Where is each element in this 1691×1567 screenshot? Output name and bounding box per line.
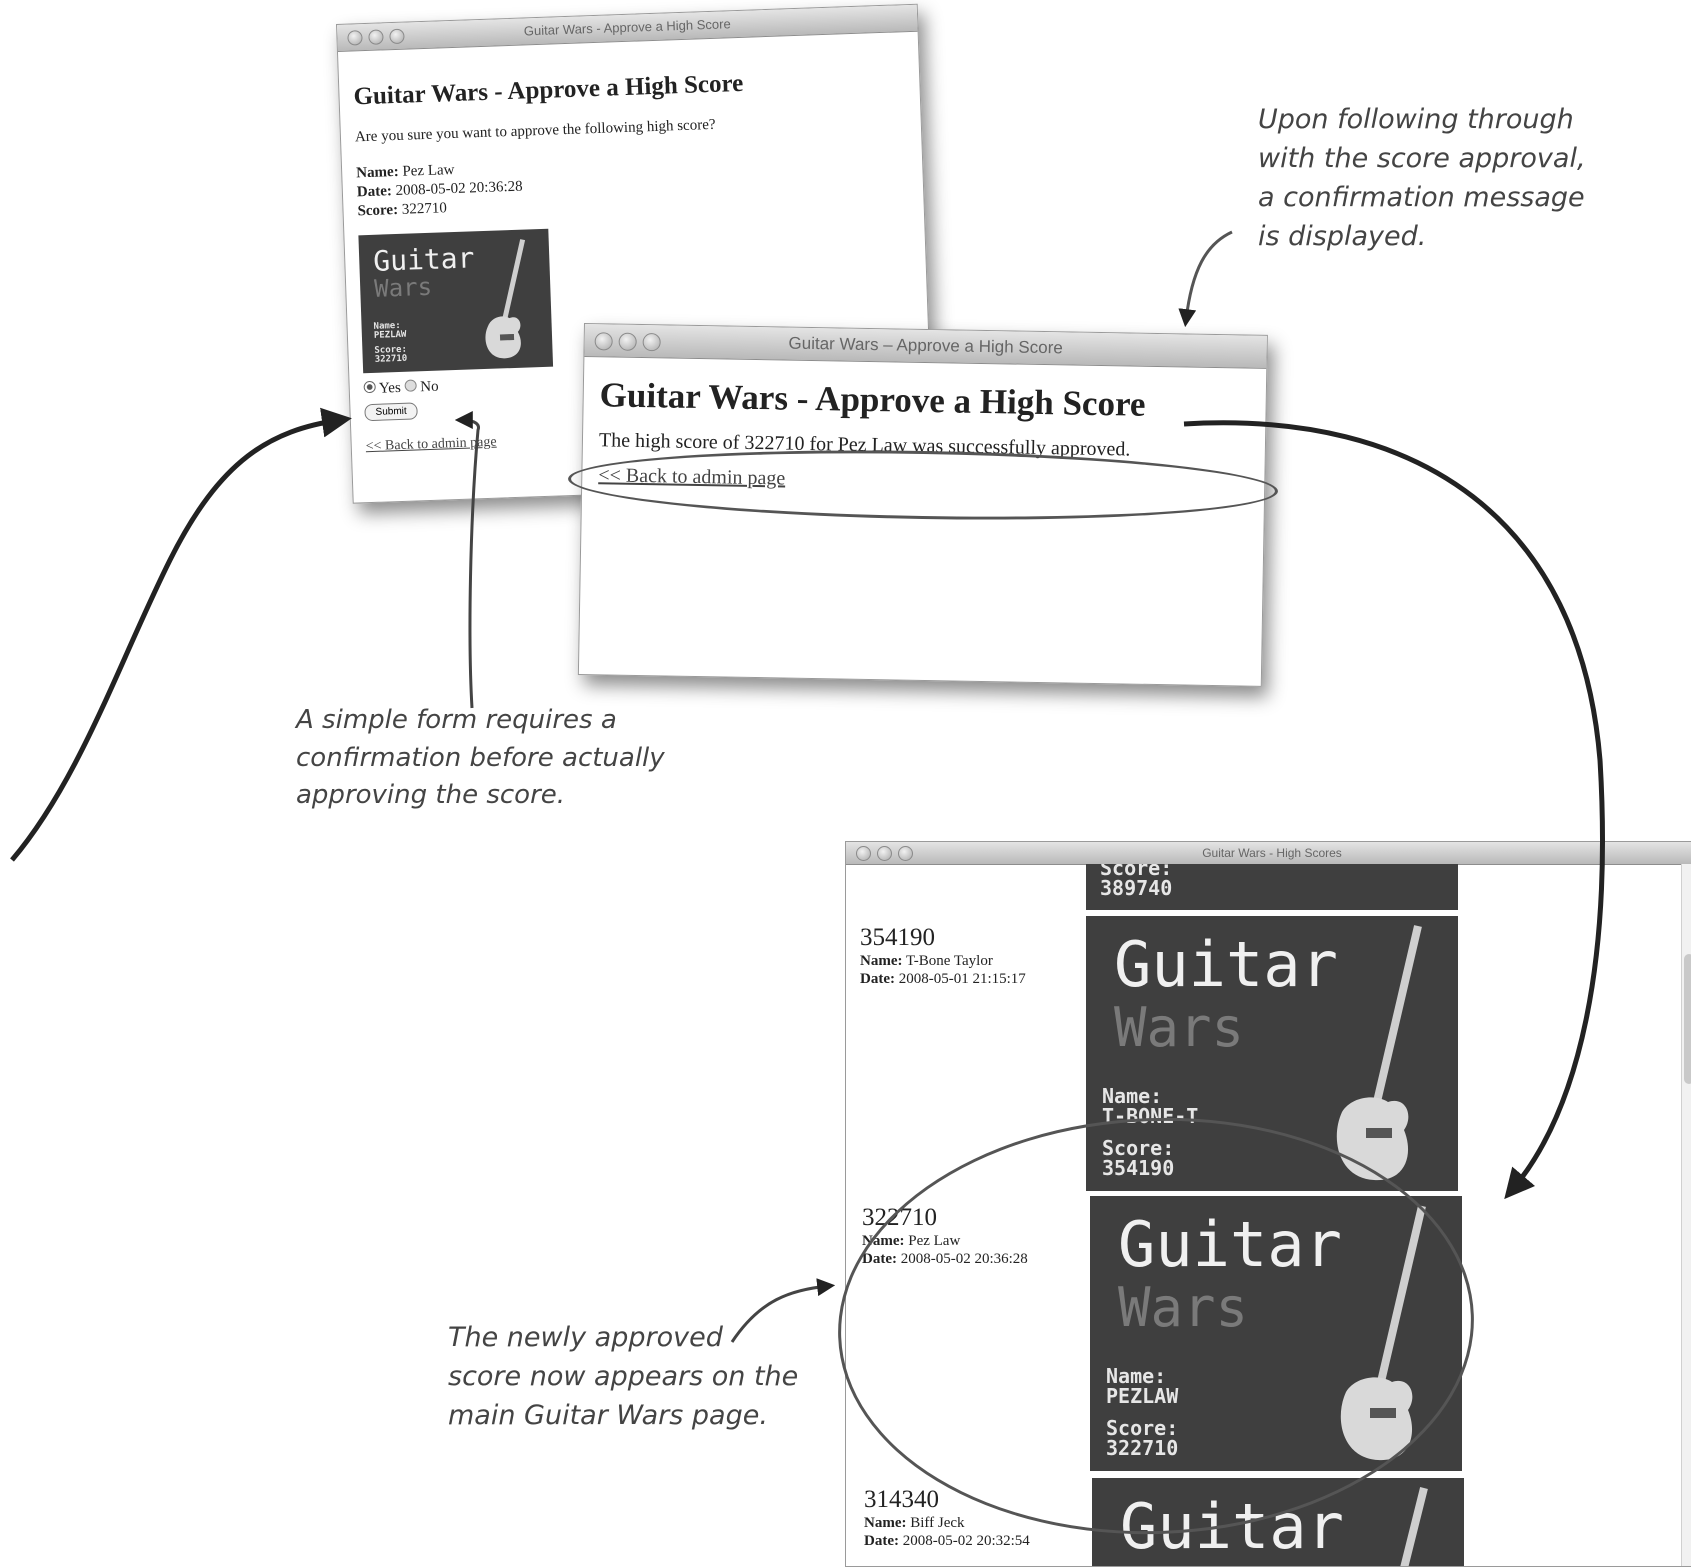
score-number: 354190 bbox=[860, 924, 935, 951]
score-value: 322710 bbox=[401, 200, 448, 218]
zoom-icon[interactable] bbox=[898, 846, 913, 861]
zoom-icon[interactable] bbox=[642, 333, 661, 352]
score-label: Score: bbox=[357, 201, 399, 220]
name-label: Name: bbox=[355, 163, 399, 182]
radio-icon[interactable] bbox=[363, 380, 376, 394]
close-icon[interactable] bbox=[347, 30, 363, 46]
confirm-prompt: Are you sure you want to approve the fol… bbox=[354, 116, 716, 146]
close-icon[interactable] bbox=[594, 332, 613, 351]
guitar-icon bbox=[485, 239, 526, 359]
close-icon[interactable] bbox=[856, 846, 871, 861]
minimize-icon[interactable] bbox=[618, 332, 637, 351]
name-value: Pez Law bbox=[402, 161, 455, 180]
zoom-icon[interactable] bbox=[389, 28, 405, 45]
annotation-lower-left: The newly approved score now appears on … bbox=[448, 1322, 799, 1432]
radio-no-label: No bbox=[419, 378, 439, 396]
date-label: Date: bbox=[356, 183, 393, 201]
scrollbar-thumb[interactable] bbox=[1684, 954, 1691, 1084]
page-title: Guitar Wars - Approve a High Score bbox=[353, 69, 744, 111]
annotation-middle-left: A simple form requires a confirmation be… bbox=[296, 705, 665, 811]
window-title: Guitar Wars - Approve a High Score bbox=[523, 16, 731, 39]
image-subtitle: Wars bbox=[1114, 996, 1245, 1059]
date-value: 2008-05-02 20:36:28 bbox=[395, 178, 523, 200]
image-subtitle: Wars bbox=[373, 272, 433, 303]
radio-yes-label: Yes bbox=[378, 379, 402, 397]
list-item: 354190 Name: T-Bone Taylor Date: 2008-05… bbox=[860, 924, 1080, 988]
score-screenshot-image: Guitar Wars Name: PEZLAW Score: 322710 bbox=[358, 228, 554, 374]
name-value: T-Bone Taylor bbox=[905, 953, 993, 969]
annotation-upper-right: Upon following through with the score ap… bbox=[1258, 104, 1586, 253]
page-title: Guitar Wars - Approve a High Score bbox=[599, 375, 1146, 424]
image-title: Guitar bbox=[1114, 928, 1338, 1001]
traffic-lights-icon[interactable] bbox=[347, 28, 405, 46]
name-label: Name: bbox=[864, 1515, 907, 1531]
traffic-lights-icon[interactable] bbox=[856, 846, 913, 861]
success-window-titlebar[interactable]: Guitar Wars – Approve a High Score bbox=[584, 324, 1267, 369]
radio-yes[interactable]: Yes bbox=[363, 380, 404, 397]
image-score-text: Score: 322710 bbox=[374, 344, 408, 365]
guitar-icon bbox=[1400, 1487, 1428, 1566]
date-label: Date: bbox=[860, 971, 895, 987]
submit-button[interactable]: Submit bbox=[364, 402, 418, 422]
date-value: 2008-05-02 20:32:54 bbox=[902, 1533, 1030, 1549]
guitar-icon bbox=[1336, 925, 1422, 1181]
traffic-lights-icon[interactable] bbox=[594, 332, 661, 352]
radio-icon[interactable] bbox=[404, 379, 417, 392]
radio-no[interactable]: No bbox=[404, 379, 439, 396]
scores-window-titlebar[interactable]: Guitar Wars - High Scores bbox=[846, 842, 1691, 865]
date-label: Date: bbox=[864, 1533, 899, 1549]
score-image: Score: 389740 bbox=[1086, 864, 1458, 910]
back-to-admin-link[interactable]: << Back to admin page bbox=[366, 435, 497, 455]
image-name-text: Name: PEZLAW bbox=[373, 320, 407, 341]
name-label: Name: bbox=[860, 953, 903, 969]
image-score-text: Score: 389740 bbox=[1100, 864, 1173, 900]
minimize-icon[interactable] bbox=[877, 846, 892, 861]
minimize-icon[interactable] bbox=[368, 29, 384, 45]
window-title: Guitar Wars - High Scores bbox=[1202, 846, 1342, 860]
date-value: 2008-05-01 21:15:17 bbox=[898, 971, 1026, 987]
name-value: Biff Jeck bbox=[910, 1515, 965, 1531]
scrollbar[interactable] bbox=[1681, 864, 1691, 1566]
window-title: Guitar Wars – Approve a High Score bbox=[788, 333, 1063, 358]
